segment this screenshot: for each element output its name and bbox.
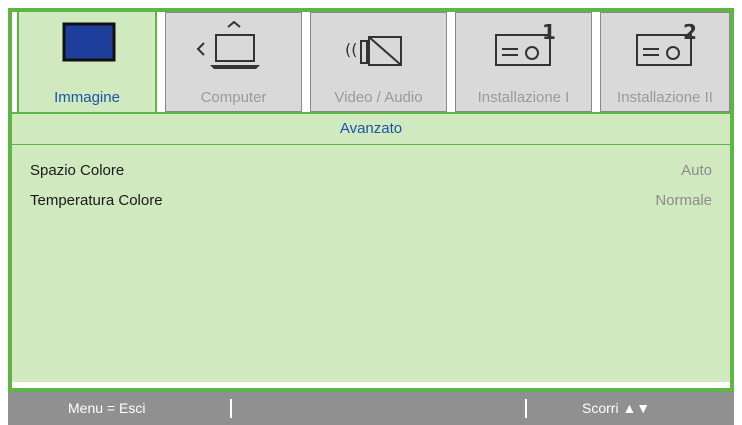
svg-text:2: 2: [683, 21, 697, 44]
setting-value: Auto: [681, 162, 712, 179]
footer-bar: Menu = Esci Scorri ▲▼: [8, 392, 734, 425]
settings-panel: Avanzato Spazio Colore Auto Temperatura …: [12, 112, 730, 382]
setting-row-spazio-colore[interactable]: Spazio Colore Auto: [30, 160, 712, 182]
tab-installazione-1[interactable]: 1 Installazione I: [455, 12, 592, 112]
setting-label: Temperatura Colore: [30, 192, 163, 209]
tab-label: Video / Audio: [334, 89, 423, 106]
divider: [230, 399, 232, 418]
tab-immagine[interactable]: Immagine: [17, 10, 157, 115]
setting-value: Normale: [655, 192, 712, 209]
video-audio-icon: ((: [311, 21, 446, 77]
panel-subtitle: Avanzato: [12, 114, 730, 145]
tab-computer[interactable]: Computer: [165, 12, 302, 112]
tab-label: Immagine: [54, 89, 120, 106]
tab-label: Computer: [200, 89, 267, 106]
tab-video-audio[interactable]: (( Video / Audio: [310, 12, 447, 112]
divider: [525, 399, 527, 418]
svg-text:((: ((: [345, 40, 357, 59]
svg-text:1: 1: [542, 21, 556, 44]
tab-label: Installazione I: [477, 89, 570, 106]
menu-exit-hint: Menu = Esci: [68, 400, 146, 416]
tab-label: Installazione II: [617, 89, 713, 106]
setting-row-temperatura-colore[interactable]: Temperatura Colore Normale: [30, 190, 712, 212]
projector-2-icon: 2: [601, 20, 729, 77]
setting-label: Spazio Colore: [30, 162, 125, 179]
scroll-hint: Scorri ▲▼: [582, 400, 651, 416]
projector-1-icon: 1: [456, 20, 591, 77]
computer-icon: [166, 20, 301, 77]
monitor-icon: [19, 20, 155, 76]
tab-installazione-2[interactable]: 2 Installazione II: [600, 12, 730, 112]
